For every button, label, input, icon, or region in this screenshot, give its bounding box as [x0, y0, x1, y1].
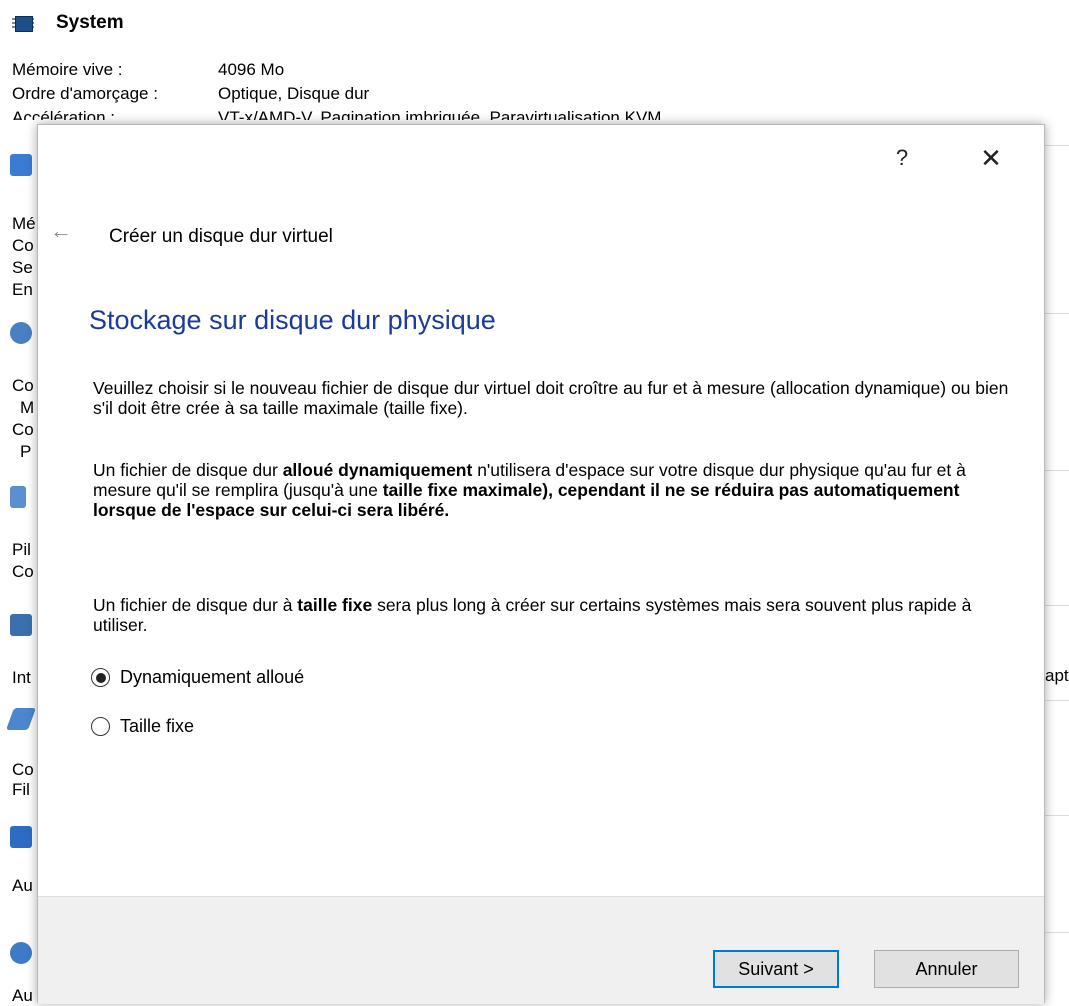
audio-icon	[10, 486, 26, 508]
page-title: Stockage sur disque dur physique	[89, 305, 496, 335]
divider	[1045, 470, 1069, 471]
bg-fragment: apt	[1045, 666, 1069, 685]
help-button[interactable]: ?	[887, 143, 917, 173]
description-paragraph: Veuillez choisir si le nouveau fichier d…	[93, 378, 1009, 418]
divider	[1045, 313, 1069, 314]
back-arrow-icon[interactable]: ←	[50, 219, 80, 243]
bg-fragment: Co	[12, 376, 34, 395]
usb-icon	[5, 708, 37, 730]
divider	[1045, 932, 1069, 933]
chip-icon	[12, 13, 34, 33]
bg-fragment: Mé	[12, 214, 36, 233]
text-span: Un fichier de disque dur	[93, 460, 283, 480]
bold-text: taille fixe	[297, 595, 373, 615]
divider	[1045, 700, 1069, 701]
divider	[1045, 815, 1069, 816]
create-virtual-disk-dialog: ? ✕ ← Créer un disque dur virtuel Stocka…	[37, 124, 1045, 1004]
system-section-title: System	[56, 12, 124, 33]
bg-fragment: Au	[12, 986, 33, 1005]
network-icon	[10, 614, 32, 636]
radio-button-checked[interactable]	[91, 668, 110, 687]
shared-folders-icon	[10, 826, 32, 848]
detail-key: Mémoire vive :	[12, 60, 123, 79]
radio-button[interactable]	[91, 717, 110, 736]
bg-fragment: Se	[12, 258, 33, 277]
close-icon[interactable]: ✕	[976, 143, 1006, 173]
bg-fragment: Fil	[12, 780, 30, 799]
detail-value: 4096 Mo	[218, 60, 285, 79]
storage-icon	[10, 322, 32, 344]
bg-fragment: Co	[12, 760, 34, 779]
radio-label: Dynamiquement alloué	[120, 667, 305, 687]
detail-row: Mémoire vive : 4096 Mo	[12, 58, 661, 82]
detail-row: Ordre d'amorçage : Optique, Disque dur	[12, 82, 661, 106]
system-details: Mémoire vive : 4096 Mo Ordre d'amorçage …	[12, 58, 661, 120]
divider	[1045, 605, 1069, 606]
cancel-button[interactable]: Annuler	[874, 950, 1019, 988]
radio-label: Taille fixe	[120, 716, 195, 736]
radio-option-fixed[interactable]: Taille fixe	[91, 716, 194, 737]
detail-value: VT-x/AMD-V, Pagination imbriquée, Paravi…	[218, 108, 662, 120]
divider	[1045, 145, 1069, 146]
bold-text: alloué dynamiquement	[282, 460, 473, 480]
bg-fragment: En	[12, 280, 33, 299]
system-section-header: System	[12, 8, 124, 38]
display-icon	[10, 154, 32, 176]
detail-row: Accélération : VT-x/AMD-V, Pagination im…	[12, 106, 661, 120]
next-button[interactable]: Suivant >	[713, 950, 839, 988]
wizard-title: Créer un disque dur virtuel	[109, 226, 333, 247]
detail-key: Accélération :	[12, 108, 115, 120]
bg-fragment: Co	[12, 562, 34, 581]
bg-fragment: Pil	[12, 540, 31, 559]
bg-fragment: M	[20, 398, 35, 417]
fixed-explanation-paragraph: Un fichier de disque dur à taille fixe s…	[93, 595, 1013, 635]
detail-key: Ordre d'amorçage :	[12, 84, 158, 103]
bg-fragment: Int	[12, 668, 31, 687]
dynamic-explanation-paragraph: Un fichier de disque dur alloué dynamiqu…	[93, 460, 1013, 520]
bg-fragment: Co	[12, 420, 34, 439]
detail-value: Optique, Disque dur	[218, 84, 370, 103]
dialog-footer: Suivant > Annuler	[38, 896, 1044, 1004]
radio-option-dynamic[interactable]: Dynamiquement alloué	[91, 667, 304, 688]
text-span: Un fichier de disque dur à	[93, 595, 298, 615]
bg-fragment: Au	[12, 876, 33, 895]
bg-fragment: P	[20, 442, 32, 461]
bg-fragment: Co	[12, 236, 34, 255]
description-icon	[10, 942, 32, 964]
